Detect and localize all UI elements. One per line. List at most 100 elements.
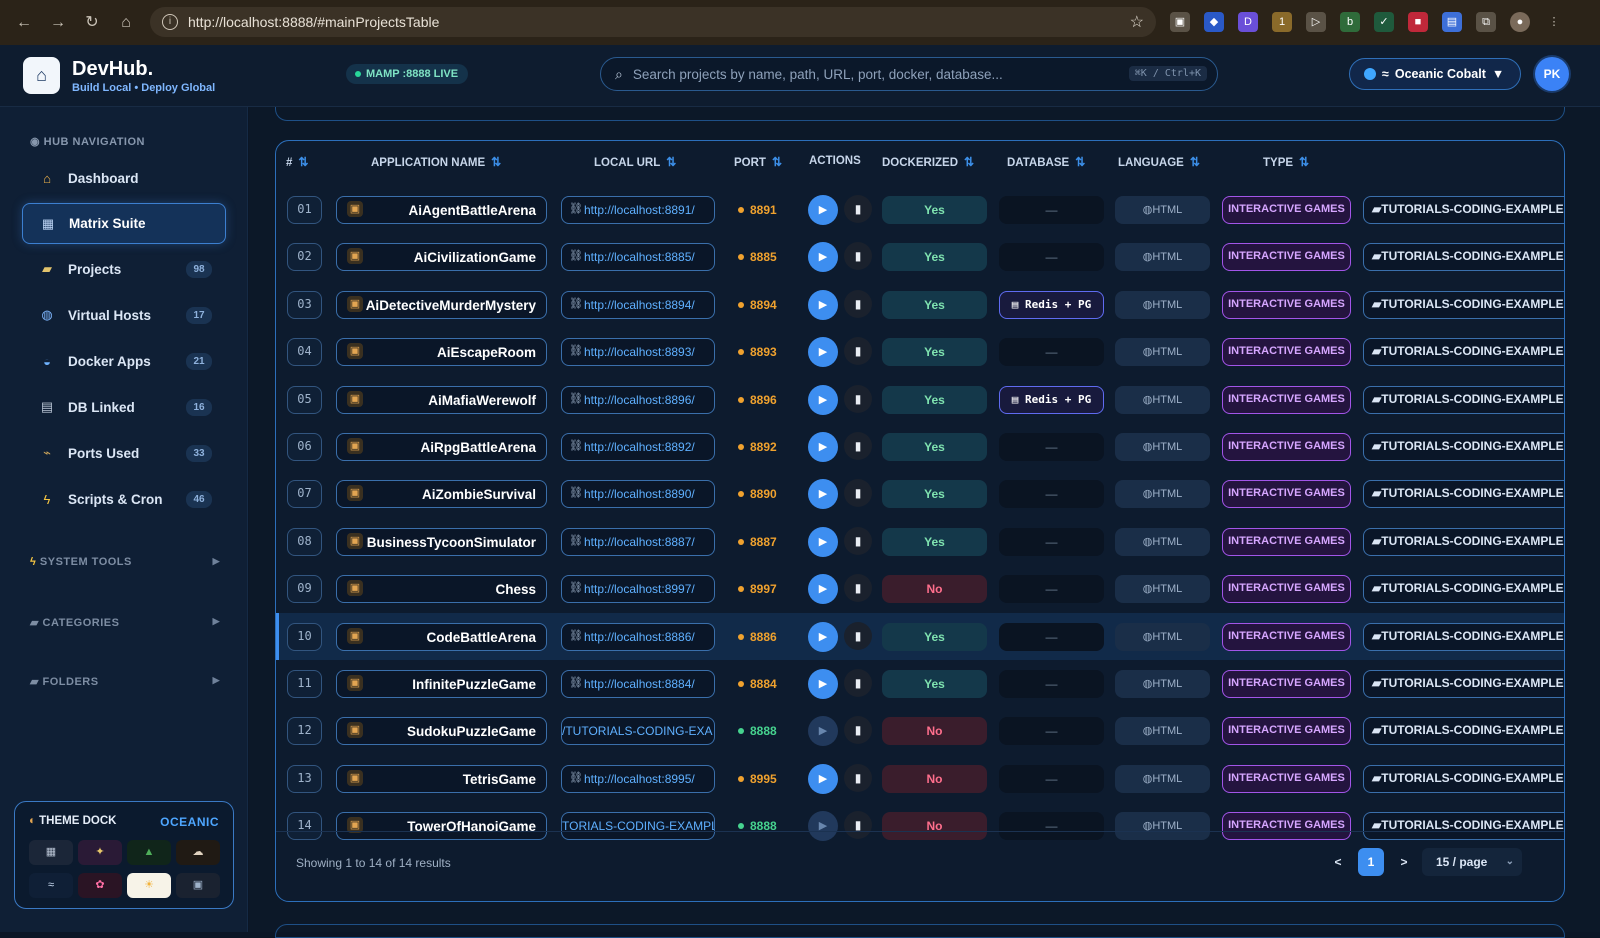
folder-badge[interactable]: ▰TUTORIALS-CODING-EXAMPLES: [1363, 243, 1564, 272]
app-name-button[interactable]: ▣ TetrisGame: [336, 764, 547, 793]
open-app-play-button[interactable]: ▶: [808, 337, 838, 368]
local-url-link[interactable]: ⛓ http://localhost:8891/: [561, 196, 715, 224]
address-bar[interactable]: i http://localhost:8888/#mainProjectsTab…: [150, 7, 1156, 37]
folder-badge[interactable]: ▰TUTORIALS-CODING-EXAMPLES: [1363, 622, 1564, 651]
local-url-link[interactable]: ⛓ http://localhost:8885/: [561, 243, 715, 272]
app-name-button[interactable]: ▣ AiDetectiveMurderMystery: [336, 290, 547, 319]
column-header-number[interactable]: # ⇅: [286, 155, 308, 169]
app-name-button[interactable]: ▣ InfinitePuzzleGame: [336, 670, 547, 698]
camera-extension-icon[interactable]: ▣: [1170, 12, 1190, 32]
copy-clipboard-button[interactable]: ▮: [844, 479, 872, 508]
local-url-link[interactable]: ⛓ http://localhost:8896/: [561, 385, 715, 414]
app-name-button[interactable]: ▣ CodeBattleArena: [336, 622, 547, 651]
column-header-name[interactable]: APPLICATION NAME ⇅: [371, 155, 501, 169]
open-app-play-button[interactable]: ▶: [808, 621, 838, 652]
theme-swatch-wave-icon[interactable]: ≈: [29, 873, 73, 898]
type-badge[interactable]: INTERACTIVE GAMES: [1222, 622, 1351, 651]
app-name-button[interactable]: ▣ AiAgentBattleArena: [336, 196, 547, 224]
home-icon[interactable]: ⌂: [116, 13, 136, 33]
search-input[interactable]: ⌕ Search projects by name, path, URL, po…: [600, 57, 1218, 91]
open-app-play-button[interactable]: ▶: [808, 763, 838, 794]
open-app-play-button[interactable]: ▶: [808, 384, 838, 415]
reload-icon[interactable]: ↻: [82, 13, 102, 33]
app-name-button[interactable]: ▣ AiMafiaWerewolf: [336, 385, 547, 414]
app-name-button[interactable]: ▣ Chess: [336, 575, 547, 604]
open-app-play-button[interactable]: ▶: [808, 669, 838, 699]
copy-clipboard-button[interactable]: ▮: [844, 195, 872, 223]
local-url-link[interactable]: ⛓ http://localhost:8886/: [561, 622, 715, 651]
theme-swatch-tree-icon[interactable]: ▲: [127, 840, 171, 865]
app-name-button[interactable]: ▣ SudokuPuzzleGame: [336, 717, 547, 746]
sidebar-item-ports-used[interactable]: ⌁ Ports Used 33: [22, 434, 226, 472]
menu-kebab-icon[interactable]: ⋮: [1544, 12, 1564, 32]
local-url-link[interactable]: ⛓ http://localhost:8894/: [561, 290, 715, 319]
table-row[interactable]: 09 ▣ Chess ⛓ http://localhost:8997/8997 ▶ ▮ No —…: [277, 565, 1564, 612]
devhub-logo-icon[interactable]: ⌂: [23, 57, 60, 94]
theme-swatch-sun-icon[interactable]: ☀: [127, 873, 171, 898]
folder-badge[interactable]: ▰TUTORIALS-CODING-EXAMPLES: [1363, 527, 1564, 556]
folder-badge[interactable]: ▰TUTORIALS-CODING-EXAMPLES: [1363, 480, 1564, 509]
type-badge[interactable]: INTERACTIVE GAMES: [1222, 243, 1351, 272]
open-app-play-button[interactable]: ▶: [808, 195, 838, 225]
local-url-link[interactable]: ⛓ http://localhost:8995/: [561, 764, 715, 793]
copy-clipboard-button[interactable]: ▮: [844, 669, 872, 697]
profile-icon[interactable]: ●: [1510, 12, 1530, 32]
per-page-select[interactable]: 15 / page ⌄: [1422, 848, 1522, 876]
theme-swatch-flower-icon[interactable]: ✿: [78, 873, 122, 898]
folder-badge[interactable]: ▰TUTORIALS-CODING-EXAMPLES: [1363, 670, 1564, 698]
open-app-play-button[interactable]: ▶: [808, 242, 838, 273]
bookmark-star-icon[interactable]: ☆: [1130, 12, 1144, 32]
open-app-play-button[interactable]: ▶: [808, 574, 838, 605]
table-row[interactable]: 01 ▣ AiAgentBattleArena ⛓ http://localhost:8…: [277, 186, 1564, 233]
theme-swatch-wand-icon[interactable]: ✦: [78, 840, 122, 865]
table-row[interactable]: 10 ▣ CodeBattleArena ⛓ http://localhost:8886…: [276, 612, 1564, 660]
sidebar-item-projects[interactable]: ▰ Projects 98: [22, 250, 226, 288]
bw-extension-icon[interactable]: b: [1340, 12, 1360, 32]
app-name-button[interactable]: ▣ AiRpgBattleArena: [336, 433, 547, 461]
type-badge[interactable]: INTERACTIVE GAMES: [1222, 196, 1351, 224]
theme-swatch-monitor-icon[interactable]: ▣: [176, 873, 220, 898]
folder-badge[interactable]: ▰TUTORIALS-CODING-EXAMPLES: [1363, 575, 1564, 604]
prev-page-button[interactable]: <: [1326, 848, 1350, 876]
table-row[interactable]: 04 ▣ AiEscapeRoom ⛓ http://localhost:8893/88…: [277, 328, 1564, 375]
puzzle-extension-icon[interactable]: ⧉: [1476, 12, 1496, 32]
app-name-button[interactable]: ▣ BusinessTycoonSimulator: [336, 527, 547, 556]
back-icon[interactable]: ←: [14, 13, 34, 33]
search-placeholder[interactable]: Search projects by name, path, URL, port…: [633, 67, 1003, 82]
table-row[interactable]: 11 ▣ InfinitePuzzleGame ⛓ http://localhost:8…: [277, 660, 1564, 707]
copy-clipboard-button[interactable]: ▮: [844, 526, 872, 555]
folder-badge[interactable]: ▰TUTORIALS-CODING-EXAMPLES: [1363, 290, 1564, 319]
folder-badge[interactable]: ▰TUTORIALS-CODING-EXAMPLES: [1363, 433, 1564, 461]
table-row[interactable]: 05 ▣ AiMafiaWerewolf ⛓ http://localhost:8896…: [277, 376, 1564, 423]
folder-badge[interactable]: ▰TUTORIALS-CODING-EXAMPLES: [1363, 338, 1564, 367]
column-header-database[interactable]: DATABASE ⇅: [1007, 155, 1085, 169]
theme-swatch-cloud-icon[interactable]: ☁: [176, 840, 220, 865]
d-extension-icon[interactable]: D: [1238, 12, 1258, 32]
sidebar-item-dashboard[interactable]: ⌂ Dashboard: [22, 159, 226, 197]
table-row[interactable]: 06 ▣ AiRpgBattleArena ⛓ http://localhost:889…: [277, 423, 1564, 470]
table-row[interactable]: 07 ▣ AiZombieSurvival ⛓ http://localhost:889…: [277, 470, 1564, 517]
docs-extension-icon[interactable]: ▤: [1442, 12, 1462, 32]
address-url[interactable]: http://localhost:8888/#mainProjectsTable: [188, 14, 439, 30]
table-row[interactable]: 02 ▣ AiCivilizationGame ⛓ http://localhost:8…: [277, 233, 1564, 280]
column-header-type[interactable]: TYPE ⇅: [1263, 155, 1309, 169]
badge-extension-icon[interactable]: 1: [1272, 12, 1292, 32]
copy-clipboard-button[interactable]: ▮: [844, 763, 872, 792]
type-badge[interactable]: INTERACTIVE GAMES: [1222, 290, 1351, 319]
copy-clipboard-button[interactable]: ▮: [844, 289, 872, 318]
pdf-extension-icon[interactable]: ■: [1408, 12, 1428, 32]
open-app-play-button[interactable]: ▶: [808, 526, 838, 557]
open-app-play-button[interactable]: ▶: [808, 289, 838, 320]
open-app-play-button[interactable]: ▶: [808, 432, 838, 462]
sidebar-item-matrix-suite[interactable]: ▦ Matrix Suite: [22, 203, 226, 244]
column-header-dockerized[interactable]: DOCKERIZED ⇅: [882, 155, 974, 169]
sidebar-item-virtual-hosts[interactable]: ◍ Virtual Hosts 17: [22, 296, 226, 334]
copy-clipboard-button[interactable]: ▮: [844, 574, 872, 603]
section-system-tools[interactable]: ϟ SYSTEM TOOLS ▶: [30, 556, 220, 568]
local-url-link[interactable]: ⛓ http://localhost:8892/: [561, 433, 715, 461]
copy-clipboard-button[interactable]: ▮: [844, 621, 872, 650]
type-badge[interactable]: INTERACTIVE GAMES: [1222, 433, 1351, 461]
shield-extension-icon[interactable]: ◆: [1204, 12, 1224, 32]
open-app-play-button[interactable]: ▶: [808, 716, 838, 747]
section-categories[interactable]: ▰ CATEGORIES ▶: [30, 616, 220, 629]
